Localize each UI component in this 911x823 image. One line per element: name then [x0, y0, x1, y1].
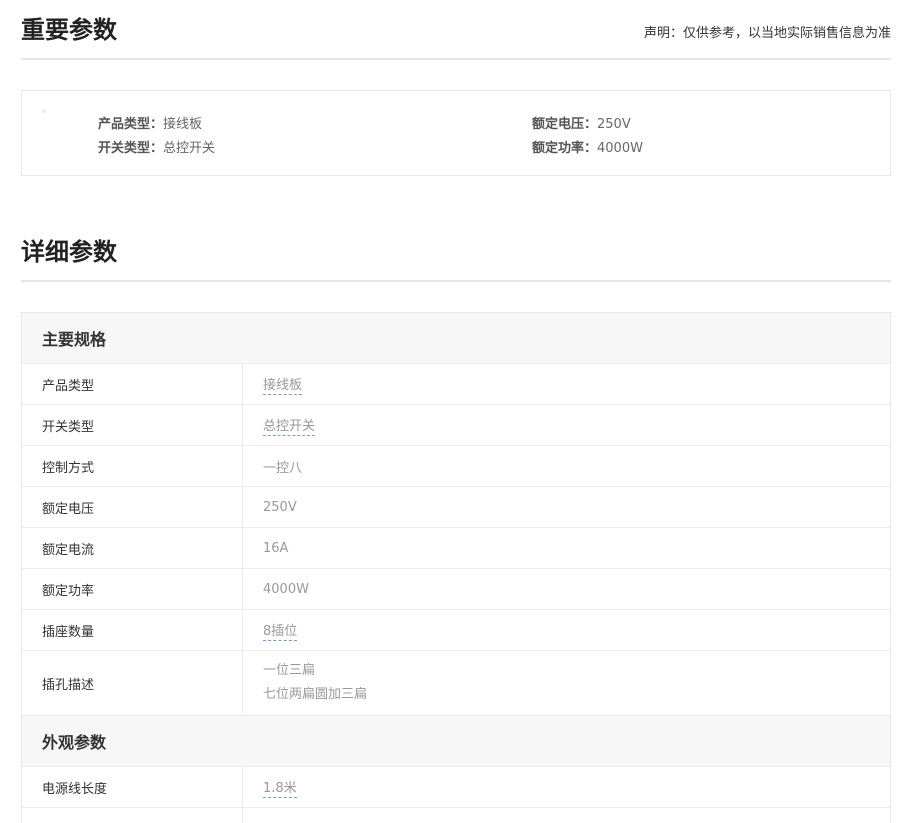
row-value-cell: 一位三扁 七位两扁圆加三扁 [243, 651, 890, 715]
param-value: 接线板 [163, 117, 203, 132]
important-section-title: 重要参数 [21, 16, 117, 44]
important-param-product-type: 产品类型：接线板 [98, 113, 202, 132]
row-label: 产品类型 [22, 364, 243, 404]
row-value-cell: 总控开关 [243, 405, 890, 445]
important-param-rated-voltage: 额定电压：250V [532, 113, 631, 132]
row-value-cell: 接线板 [243, 364, 890, 404]
row-value-cell: 一控八 [243, 446, 890, 486]
row-value: 4000W [263, 581, 309, 597]
detail-section-header: 详细参数 [21, 222, 891, 282]
table-row: 开关类型 总控开关 [22, 405, 890, 446]
row-value-cell: 16A [243, 528, 890, 568]
param-key: 产品类型： [98, 117, 164, 132]
group-header-main-specs: 主要规格 [22, 313, 890, 364]
row-label: 额定电压 [22, 487, 243, 527]
row-value: 一控八 [263, 460, 303, 476]
row-label: 插孔描述 [22, 651, 243, 715]
param-value: 总控开关 [163, 141, 216, 156]
important-params-box: 产品类型：接线板 开关类型：总控开关 额定电压：250V 额定功率：4000W [21, 90, 891, 176]
param-value: 250V [597, 117, 631, 132]
row-label: 额定电流 [22, 528, 243, 568]
table-row [22, 808, 890, 823]
group-header-appearance: 外观参数 [22, 716, 890, 767]
table-row: 产品类型 接线板 [22, 364, 890, 405]
important-param-switch-type: 开关类型：总控开关 [98, 137, 215, 156]
detail-section-title: 详细参数 [21, 238, 117, 266]
row-label: 控制方式 [22, 446, 243, 486]
table-row: 电源线长度 1.8米 [22, 767, 890, 808]
detail-params-table: 主要规格 产品类型 接线板 开关类型 总控开关 控制方式 一控八 额定电压 25… [21, 312, 891, 823]
row-value: 250V [263, 499, 297, 515]
table-row: 额定电流 16A [22, 528, 890, 569]
table-row: 额定功率 4000W [22, 569, 890, 610]
param-key: 开关类型： [98, 141, 164, 156]
table-row: 控制方式 一控八 [22, 446, 890, 487]
row-value-cell: 250V [243, 487, 890, 527]
row-value-cell: 8插位 [243, 610, 890, 650]
row-label: 插座数量 [22, 610, 243, 650]
disclaimer-text: 声明：仅供参考，以当地实际销售信息为准 [643, 26, 891, 41]
row-label: 开关类型 [22, 405, 243, 445]
param-key: 额定功率： [532, 141, 598, 156]
product-thumbnail [42, 109, 46, 113]
table-row: 额定电压 250V [22, 487, 890, 528]
row-value: 16A [263, 540, 289, 556]
param-key: 额定电压： [532, 117, 598, 132]
row-value-line: 七位两扁圆加三扁 [263, 687, 368, 702]
row-label [22, 808, 243, 823]
row-value-line: 一位三扁 [263, 663, 316, 678]
important-section-header: 重要参数 声明：仅供参考，以当地实际销售信息为准 [21, 0, 891, 60]
row-value-link[interactable]: 8插位 [263, 620, 298, 641]
row-value-link[interactable]: 总控开关 [263, 415, 316, 436]
table-row: 插孔描述 一位三扁 七位两扁圆加三扁 [22, 651, 890, 716]
row-value-link[interactable]: 1.8米 [263, 777, 297, 798]
table-row: 插座数量 8插位 [22, 610, 890, 651]
important-param-rated-power: 额定功率：4000W [532, 137, 643, 156]
param-value: 4000W [597, 141, 643, 156]
row-value-link[interactable]: 接线板 [263, 374, 303, 395]
row-value-cell [243, 808, 890, 823]
row-label: 电源线长度 [22, 767, 243, 807]
row-label: 额定功率 [22, 569, 243, 609]
row-value-cell: 1.8米 [243, 767, 890, 807]
row-value-cell: 4000W [243, 569, 890, 609]
